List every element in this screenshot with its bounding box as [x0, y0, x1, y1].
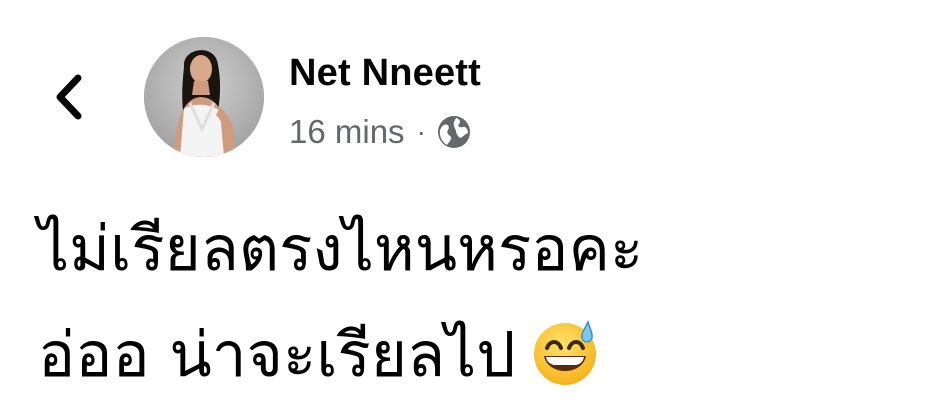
post-meta: 16 mins · [289, 110, 472, 154]
post-body: ไม่เรียลตรงไหนหรอคะ อ่ออ น่าจะเรียลไป [38, 196, 918, 408]
author-name[interactable]: Net Nneett [289, 52, 481, 95]
grinning-face-with-sweat-icon [530, 318, 600, 388]
globe-icon [437, 116, 470, 148]
avatar[interactable] [144, 37, 264, 157]
meta-separator: · [416, 116, 426, 147]
post-text-line-2: อ่ออ น่าจะเรียลไป [38, 302, 918, 408]
avatar-photo [144, 37, 264, 157]
back-button[interactable] [40, 68, 98, 126]
post-text-line-2-text: อ่ออ น่าจะเรียลไป [38, 318, 516, 391]
post-text-line-1: ไม่เรียลตรงไหนหรอคะ [38, 212, 644, 285]
post-timestamp[interactable]: 16 mins [289, 113, 405, 151]
chevron-left-icon [56, 74, 82, 120]
